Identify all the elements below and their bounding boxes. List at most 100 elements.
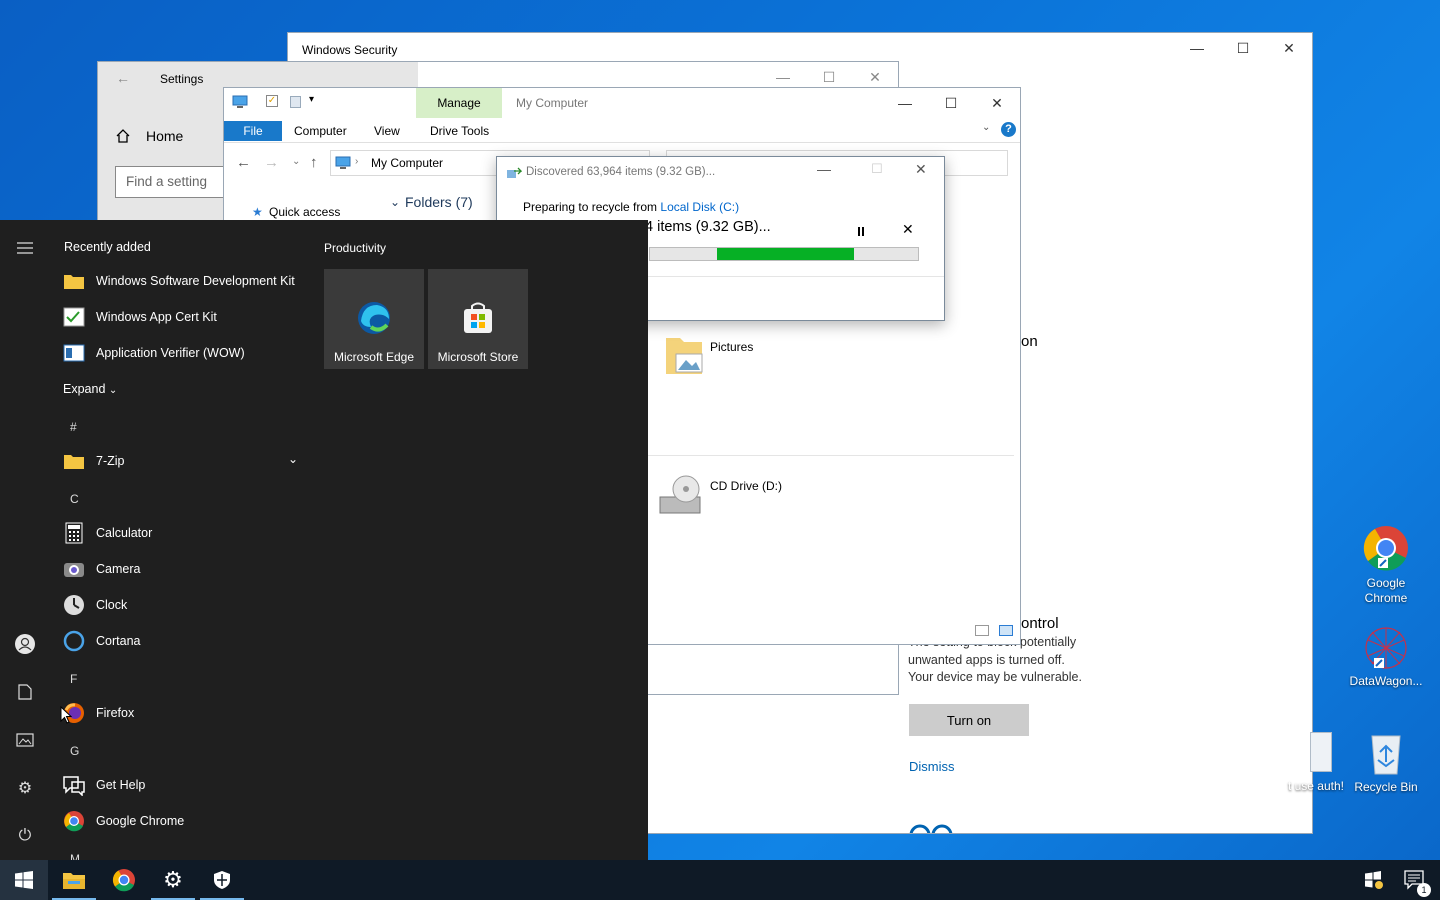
close-button[interactable]: ✕	[974, 88, 1020, 118]
expand-ribbon-icon[interactable]: ⌄	[982, 122, 990, 133]
documents-icon[interactable]	[13, 680, 37, 704]
app-google-chrome[interactable]: Google Chrome	[62, 805, 302, 837]
tab-view[interactable]: View	[364, 121, 410, 141]
recent-locations-icon[interactable]: ⌄	[292, 156, 300, 167]
taskbar-file-explorer[interactable]	[50, 860, 98, 900]
tile-microsoft-edge[interactable]: Microsoft Edge	[324, 269, 424, 369]
taskbar-settings[interactable]: ⚙	[149, 860, 197, 900]
dismiss-link[interactable]: Dismiss	[909, 759, 955, 774]
folders-group-header[interactable]: Folders (7)	[405, 194, 473, 210]
drive-item-cd-d[interactable]: CD Drive (D:)	[656, 473, 836, 521]
hamburger-icon[interactable]	[13, 236, 37, 260]
large-icons-view-icon[interactable]	[999, 625, 1013, 636]
app-windows-sdk[interactable]: Windows Software Development Kit	[62, 265, 302, 297]
store-icon	[464, 302, 492, 333]
document-icon	[1310, 732, 1332, 772]
status-text: 4 items (9.32 GB)...	[645, 219, 771, 235]
help-icon[interactable]: ?	[1001, 122, 1016, 137]
window-title: My Computer	[516, 96, 589, 110]
folder-item-pictures[interactable]: Pictures	[662, 334, 812, 382]
tray-security-alert[interactable]	[1352, 860, 1396, 900]
edge-icon	[358, 302, 390, 334]
close-button[interactable]: ✕	[1266, 33, 1312, 63]
minimize-button[interactable]: —	[1174, 33, 1220, 63]
power-icon[interactable]: ⏻	[13, 824, 37, 848]
eyes-icon	[909, 824, 953, 833]
breadcrumb-chevron-icon: ›	[355, 156, 359, 167]
folder-icon	[62, 449, 86, 473]
back-arrow-icon[interactable]: ←	[236, 154, 251, 171]
source-link[interactable]: Local Disk (C:)	[660, 200, 739, 214]
tab-drive-tools[interactable]: Drive Tools	[420, 121, 499, 141]
progress-fill	[717, 248, 854, 260]
letter-header[interactable]: M	[70, 852, 80, 860]
app-camera[interactable]: Camera	[62, 553, 302, 585]
chevron-down-icon[interactable]: ⌄	[390, 195, 400, 209]
action-center-button[interactable]: 1	[1392, 860, 1436, 900]
minimize-button[interactable]: —	[882, 88, 928, 118]
up-arrow-icon[interactable]: ↑	[310, 154, 318, 171]
turn-on-button[interactable]: Turn on	[909, 704, 1029, 736]
section-heading-partial: ontrol	[1021, 615, 1059, 632]
window-title: Settings	[160, 72, 204, 86]
chrome-icon	[112, 869, 135, 892]
letter-header[interactable]: C	[70, 492, 79, 506]
app-7zip[interactable]: 7-Zip	[62, 445, 302, 477]
letter-header[interactable]: F	[70, 672, 77, 686]
tile-microsoft-store[interactable]: Microsoft Store	[428, 269, 528, 369]
quick-access-dropdown-icon[interactable]: ▾	[309, 94, 314, 105]
app-application-verifier[interactable]: Application Verifier (WOW)	[62, 337, 302, 369]
windows-security-icon	[214, 871, 230, 889]
app-clock[interactable]: Clock	[62, 589, 302, 621]
maximize-button[interactable]: ☐	[1220, 33, 1266, 63]
maximize-button[interactable]: ☐	[928, 88, 974, 118]
minimize-button[interactable]: —	[817, 161, 831, 177]
properties-icon[interactable]: ✓	[266, 95, 278, 107]
nav-quick-access[interactable]: Quick access	[269, 205, 340, 219]
app-get-help[interactable]: Get Help	[62, 769, 302, 801]
app-windows-app-cert-kit[interactable]: Windows App Cert Kit	[62, 301, 302, 333]
window-title: Windows Security	[302, 43, 398, 57]
chrome-icon	[62, 809, 86, 833]
tab-computer[interactable]: Computer	[284, 121, 357, 141]
computer-icon	[335, 156, 351, 169]
details-view-icon[interactable]	[975, 625, 989, 636]
app-firefox[interactable]: Firefox	[62, 697, 302, 729]
start-button[interactable]	[0, 860, 48, 900]
divider	[644, 455, 1014, 456]
desktop-icon-recycle-bin[interactable]: Recycle Bin	[1348, 730, 1424, 795]
cortana-icon	[62, 629, 86, 653]
desktop-icon-datawagon[interactable]: DataWagon...	[1348, 626, 1424, 689]
expand-button[interactable]: Expand ⌄	[63, 382, 117, 396]
item-name: CD Drive (D:)	[710, 479, 782, 493]
forward-arrow-icon[interactable]: →	[264, 154, 279, 171]
app-calculator[interactable]: Calculator	[62, 517, 302, 549]
start-icon	[15, 871, 33, 889]
notification-count-badge: 1	[1417, 883, 1431, 897]
tab-file[interactable]: File	[224, 121, 282, 141]
letter-header[interactable]: #	[70, 420, 77, 434]
pictures-icon[interactable]	[13, 728, 37, 752]
back-arrow-icon[interactable]: ←	[116, 70, 130, 86]
search-input[interactable]: Find a setting	[115, 166, 235, 198]
cd-drive-icon	[659, 475, 701, 514]
pause-icon[interactable]	[857, 227, 866, 236]
start-menu[interactable]: ⚙ ⏻ Recently added Windows Software Deve…	[0, 220, 648, 860]
new-folder-icon[interactable]	[290, 96, 301, 108]
app-cortana[interactable]: Cortana	[62, 625, 302, 657]
user-icon[interactable]	[13, 632, 37, 656]
manage-tab-header[interactable]: Manage	[416, 88, 502, 118]
desktop-icon-google-chrome[interactable]: Google Chrome	[1348, 524, 1424, 606]
cancel-icon[interactable]: ✕	[902, 221, 914, 238]
settings-icon: ⚙	[163, 867, 183, 892]
start-rail: ⚙ ⏻	[0, 220, 50, 860]
taskbar-google-chrome[interactable]	[100, 860, 148, 900]
taskbar-windows-security[interactable]	[198, 860, 246, 900]
security-alert-icon	[1365, 871, 1383, 889]
home-nav-item[interactable]: Home	[146, 128, 183, 144]
close-button[interactable]: ✕	[915, 161, 927, 178]
camera-icon	[62, 557, 86, 581]
settings-icon[interactable]: ⚙	[13, 776, 37, 800]
chevron-down-icon[interactable]: ⌄	[288, 452, 298, 466]
letter-header[interactable]: G	[70, 744, 79, 758]
